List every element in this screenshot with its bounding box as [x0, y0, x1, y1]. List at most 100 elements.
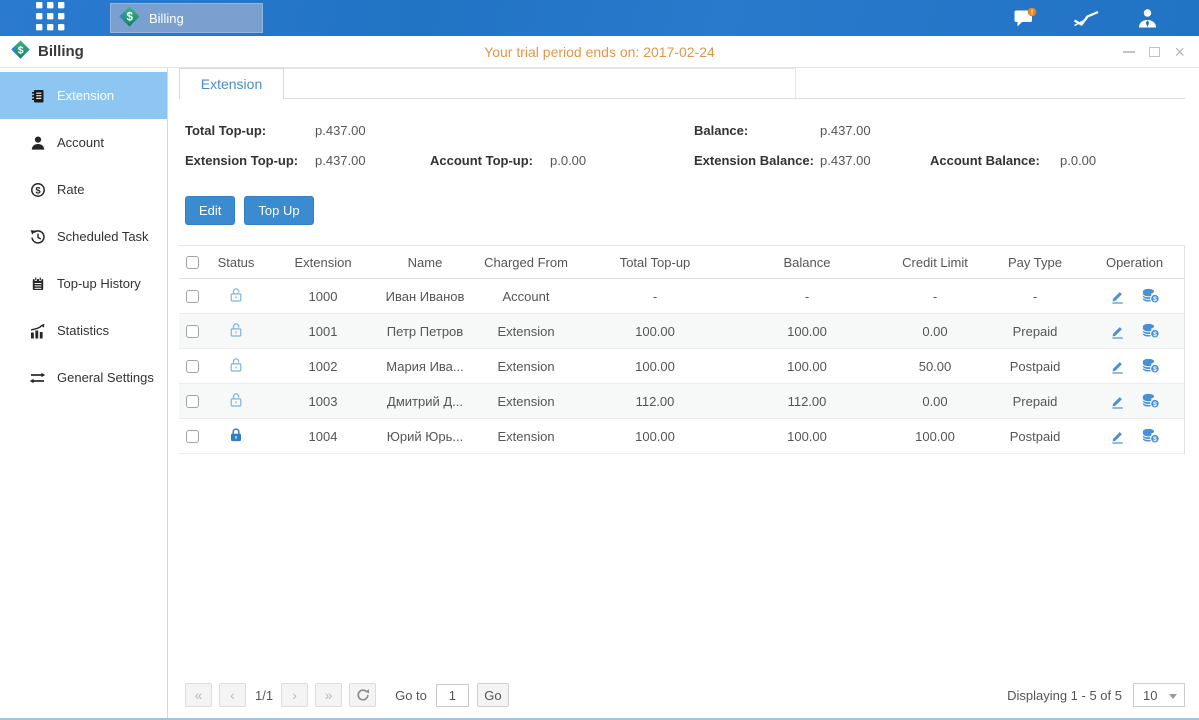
- balance-value: p.437.00: [820, 123, 871, 138]
- edit-row-icon[interactable]: [1110, 324, 1125, 339]
- top-up-row-icon[interactable]: $: [1141, 358, 1160, 374]
- sidebar-item-scheduled-task[interactable]: Scheduled Task: [0, 213, 167, 260]
- extension-topup-value: p.437.00: [315, 153, 430, 168]
- svg-text:$: $: [1153, 296, 1157, 303]
- svg-text:$: $: [1153, 401, 1157, 408]
- main-content: Extension Total Top-up: p.437.00 Extensi…: [168, 68, 1199, 720]
- sidebar-item-label: Scheduled Task: [57, 229, 149, 244]
- window-title-group: $ Billing: [10, 39, 84, 64]
- cell-total-topup: 100.00: [581, 359, 729, 374]
- next-page-button[interactable]: ›: [281, 683, 308, 707]
- row-checkbox[interactable]: [186, 430, 199, 443]
- cell-extension: 1002: [267, 359, 379, 374]
- edit-row-icon[interactable]: [1110, 289, 1125, 304]
- svg-text:$: $: [35, 185, 41, 196]
- table-row: 1002 Мария Ива... Extension 100.00 100.0…: [179, 349, 1184, 384]
- cell-credit-limit: 0.00: [885, 394, 985, 409]
- prev-page-button[interactable]: ‹: [219, 683, 246, 707]
- sidebar-item-label: Top-up History: [57, 276, 141, 291]
- go-button[interactable]: Go: [477, 683, 509, 707]
- cell-extension: 1004: [267, 429, 379, 444]
- action-buttons: Edit Top Up: [179, 196, 1185, 225]
- cell-name: Иван Иванов: [379, 289, 471, 304]
- svg-text:$: $: [1153, 436, 1157, 443]
- monitor-icon[interactable]: [1073, 10, 1100, 27]
- last-page-button[interactable]: »: [315, 683, 342, 707]
- cell-balance: 100.00: [729, 359, 885, 374]
- cell-pay-type: Postpaid: [985, 359, 1085, 374]
- tab-extension[interactable]: Extension: [179, 68, 284, 99]
- messages-icon[interactable]: !: [1014, 8, 1037, 28]
- cell-charged-from: Account: [471, 289, 581, 304]
- svg-text:!: !: [1031, 10, 1033, 17]
- extension-topup-label: Extension Top-up:: [185, 153, 315, 168]
- top-up-button[interactable]: Top Up: [244, 196, 313, 225]
- first-page-button[interactable]: «: [185, 683, 212, 707]
- column-header-pay-type: Pay Type: [985, 255, 1085, 270]
- user-icon[interactable]: [1136, 8, 1159, 28]
- tab-strip-filler: [284, 68, 796, 98]
- top-up-row-icon[interactable]: $: [1141, 288, 1160, 304]
- sidebar-item-general-settings[interactable]: General Settings: [0, 354, 167, 401]
- person-icon: [29, 135, 46, 151]
- cell-pay-type: Prepaid: [985, 324, 1085, 339]
- grid-icon: [36, 2, 65, 34]
- sidebar: Extension Account $ Rate Scheduled Task: [0, 68, 168, 720]
- cell-name: Петр Петров: [379, 324, 471, 339]
- column-header-status: Status: [205, 255, 267, 270]
- sidebar-item-account[interactable]: Account: [0, 119, 167, 166]
- edit-row-icon[interactable]: [1110, 394, 1125, 409]
- maximize-icon[interactable]: [1149, 47, 1160, 57]
- account-topup-label: Account Top-up:: [430, 153, 550, 168]
- window-title: Billing: [38, 43, 84, 60]
- edit-button[interactable]: Edit: [185, 196, 235, 225]
- cell-balance: 100.00: [729, 429, 885, 444]
- top-up-row-icon[interactable]: $: [1141, 323, 1160, 339]
- row-checkbox[interactable]: [186, 360, 199, 373]
- page-indicator: 1/1: [255, 688, 273, 703]
- cell-pay-type: -: [985, 289, 1085, 304]
- close-icon[interactable]: ×: [1174, 46, 1185, 58]
- cell-name: Дмитрий Д...: [379, 394, 471, 409]
- extension-balance-value: p.437.00: [820, 153, 930, 168]
- row-checkbox[interactable]: [186, 290, 199, 303]
- notebook-icon: [29, 276, 46, 292]
- sidebar-item-statistics[interactable]: Statistics: [0, 307, 167, 354]
- sidebar-item-rate[interactable]: $ Rate: [0, 166, 167, 213]
- billing-diamond-icon: $: [118, 5, 141, 31]
- topbar-tab-label: Billing: [149, 11, 184, 26]
- cell-total-topup: -: [581, 289, 729, 304]
- refresh-button[interactable]: [349, 683, 376, 707]
- cell-charged-from: Extension: [471, 394, 581, 409]
- cell-charged-from: Extension: [471, 429, 581, 444]
- top-up-row-icon[interactable]: $: [1141, 428, 1160, 444]
- svg-text:$: $: [126, 12, 133, 24]
- row-checkbox[interactable]: [186, 325, 199, 338]
- edit-row-icon[interactable]: [1110, 359, 1125, 374]
- sidebar-item-label: Account: [57, 135, 104, 150]
- minimize-icon[interactable]: [1123, 51, 1135, 53]
- topbar-tab-billing[interactable]: $ Billing: [110, 3, 263, 33]
- history-clock-icon: [29, 229, 46, 245]
- column-header-total-topup: Total Top-up: [581, 255, 729, 270]
- top-up-row-icon[interactable]: $: [1141, 393, 1160, 409]
- sidebar-item-topup-history[interactable]: Top-up History: [0, 260, 167, 307]
- cell-balance: -: [729, 289, 885, 304]
- page-size-select[interactable]: 10: [1133, 683, 1185, 707]
- cell-credit-limit: 50.00: [885, 359, 985, 374]
- select-all-checkbox[interactable]: [186, 256, 199, 269]
- balance-label: Balance:: [694, 123, 820, 138]
- goto-page-input[interactable]: [436, 684, 469, 707]
- table-header-row: Status Extension Name Charged From Total…: [179, 246, 1184, 279]
- row-checkbox[interactable]: [186, 395, 199, 408]
- sidebar-item-extension[interactable]: Extension: [0, 72, 167, 119]
- app-launcher-button[interactable]: [34, 3, 66, 33]
- billing-app-window: $ Billing !: [0, 0, 1199, 720]
- cell-charged-from: Extension: [471, 324, 581, 339]
- cell-total-topup: 112.00: [581, 394, 729, 409]
- account-balance-label: Account Balance:: [930, 153, 1060, 168]
- table-row: 1003 Дмитрий Д... Extension 112.00 112.0…: [179, 384, 1184, 419]
- displaying-text: Displaying 1 - 5 of 5: [1007, 688, 1122, 703]
- cell-total-topup: 100.00: [581, 429, 729, 444]
- edit-row-icon[interactable]: [1110, 429, 1125, 444]
